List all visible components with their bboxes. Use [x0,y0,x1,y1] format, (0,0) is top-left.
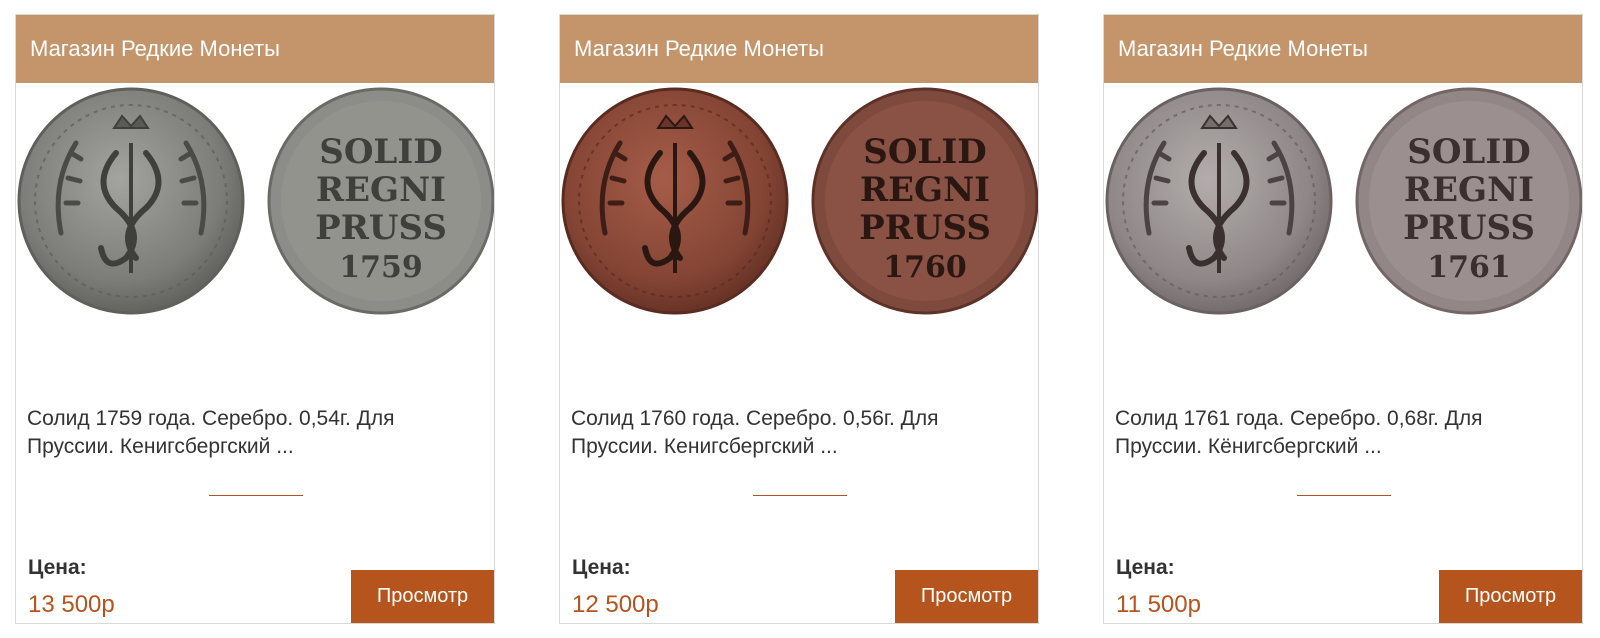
coin-legend-year: 1760 [883,250,967,285]
product-grid: Магазин Редкие Монеты SOLID REGNI PRUSS … [0,0,1600,638]
coin-obverse [1105,87,1333,315]
view-button[interactable]: Просмотр [895,570,1038,623]
price-label: Цена: [572,556,631,579]
coin-legend-year: 1761 [1427,250,1511,285]
divider [1297,495,1391,496]
coin-image[interactable]: SOLID REGNI PRUSS 1760 [560,83,1038,323]
price-value: 12 500р [572,591,659,618]
product-description[interactable]: Солид 1760 года. Серебро. 0,56г. Для Пру… [571,405,1011,461]
coin-image[interactable]: SOLID REGNI PRUSS 1759 [16,83,494,323]
coin-legend-line: REGNI [1404,170,1534,210]
product-description[interactable]: Солид 1761 года. Серебро. 0,68г. Для Пру… [1115,405,1555,461]
view-button[interactable]: Просмотр [1439,570,1582,623]
coin-legend-line: PRUSS [859,208,991,248]
coin-obverse [561,87,789,315]
divider [209,495,303,496]
price-value: 11 500р [1116,591,1201,618]
product-description[interactable]: Солид 1759 года. Серебро. 0,54г. Для Пру… [27,405,467,461]
coin-pair-image: SOLID REGNI PRUSS 1760 [561,87,1038,315]
product-card[interactable]: Магазин Редкие Монеты SOLID REGNI PRUSS … [1103,14,1583,624]
product-card[interactable]: Магазин Редкие Монеты SOLID REGNI PRUSS … [559,14,1039,624]
view-button[interactable]: Просмотр [351,570,494,623]
coin-legend-year: 1759 [339,250,423,285]
price-label: Цена: [1116,556,1175,579]
price-label: Цена: [28,556,87,579]
coin-obverse [17,87,245,315]
coin-reverse: SOLID REGNI PRUSS 1760 [811,87,1038,315]
price-value: 13 500р [28,591,115,618]
shop-name[interactable]: Магазин Редкие Монеты [560,15,1038,83]
coin-reverse: SOLID REGNI PRUSS 1761 [1355,87,1582,315]
coin-legend-line: PRUSS [1403,208,1535,248]
coin-legend-line: REGNI [860,170,990,210]
product-card[interactable]: Магазин Редкие Монеты SOLID REGNI PRUSS … [15,14,495,624]
coin-image[interactable]: SOLID REGNI PRUSS 1761 [1104,83,1582,323]
coin-legend-line: SOLID [863,132,986,172]
coin-legend-line: PRUSS [315,208,447,248]
coin-reverse: SOLID REGNI PRUSS 1759 [267,87,494,315]
coin-legend-line: SOLID [1407,132,1530,172]
divider [753,495,847,496]
shop-name[interactable]: Магазин Редкие Монеты [1104,15,1582,83]
coin-pair-image: SOLID REGNI PRUSS 1761 [1105,87,1582,315]
coin-legend-line: REGNI [316,170,446,210]
coin-legend-line: SOLID [319,132,442,172]
shop-name[interactable]: Магазин Редкие Монеты [16,15,494,83]
coin-pair-image: SOLID REGNI PRUSS 1759 [17,87,494,315]
